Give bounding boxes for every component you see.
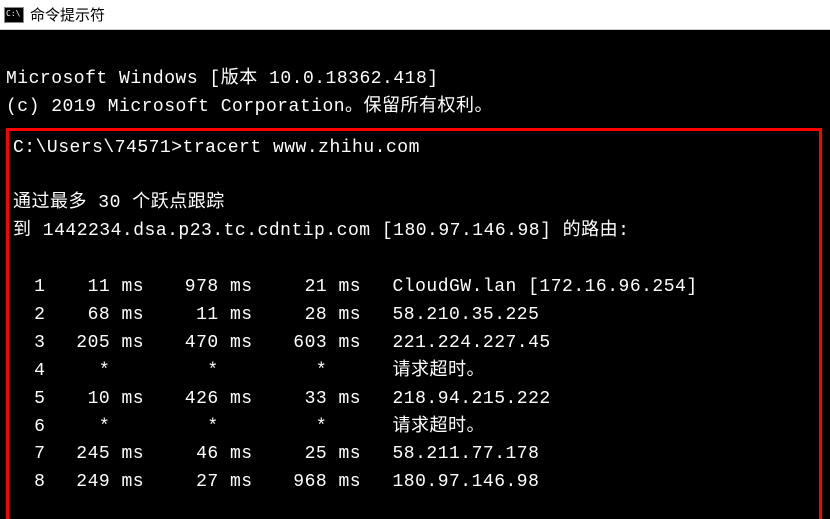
hop-host: 58.210.35.225 (371, 302, 540, 330)
hop-time-3: 33 (262, 386, 327, 414)
cmd-icon (4, 7, 24, 23)
terminal-output[interactable]: Microsoft Windows [版本 10.0.18362.418] (c… (0, 30, 830, 519)
hop-row: 3205 ms470 ms603 ms221.224.227.45 (13, 330, 815, 358)
hop-host: 180.97.146.98 (371, 469, 540, 497)
hop-unit-2: ms (230, 274, 262, 302)
hop-unit-1: ms (122, 330, 154, 358)
hop-number: 5 (13, 386, 45, 414)
hop-time-2: 978 (154, 274, 219, 302)
hop-host: 221.224.227.45 (371, 330, 551, 358)
command-text: tracert www.zhihu.com (183, 138, 420, 158)
hop-host: 请求超时。 (371, 414, 485, 442)
hop-unit-2: ms (230, 469, 262, 497)
hop-time-1: 11 (45, 274, 110, 302)
hop-time-1: * (45, 414, 110, 442)
hop-row: 268 ms11 ms28 ms58.210.35.225 (13, 302, 815, 330)
hop-list: 111 ms978 ms21 msCloudGW.lan [172.16.96.… (13, 274, 815, 515)
hop-unit-2: ms (230, 330, 262, 358)
hop-unit-1: ms (122, 302, 154, 330)
hop-time-2: * (154, 358, 219, 386)
hop-unit-1: ms (122, 386, 154, 414)
hop-unit-1: ms (122, 469, 154, 497)
hop-unit-1: ms (122, 274, 154, 302)
hop-time-2: 11 (154, 302, 219, 330)
hop-time-3: * (262, 358, 327, 386)
hop-time-1: 249 (45, 469, 110, 497)
hop-time-1: 68 (45, 302, 110, 330)
hop-host: 请求超时。 (371, 358, 485, 386)
hop-host: 218.94.215.222 (371, 386, 551, 414)
hop-time-3: 21 (262, 274, 327, 302)
hop-time-2: 46 (154, 441, 219, 469)
hop-unit-2: ms (230, 386, 262, 414)
hop-time-3: 28 (262, 302, 327, 330)
hop-unit-3: ms (339, 386, 371, 414)
hop-time-1: * (45, 358, 110, 386)
blank-line (13, 497, 815, 515)
hop-host: 58.211.77.178 (371, 441, 540, 469)
hop-number: 2 (13, 302, 45, 330)
hop-time-2: * (154, 414, 219, 442)
hop-row: 6* * * 请求超时。 (13, 414, 815, 442)
hop-row: 7245 ms46 ms25 ms58.211.77.178 (13, 441, 815, 469)
hop-time-3: 968 (262, 469, 327, 497)
hop-number: 1 (13, 274, 45, 302)
copyright-line: (c) 2019 Microsoft Corporation。保留所有权利。 (6, 97, 493, 117)
hop-unit-3: ms (339, 330, 371, 358)
hop-number: 7 (13, 441, 45, 469)
titlebar[interactable]: 命令提示符 (0, 0, 830, 30)
trace-intro-1: 通过最多 30 个跃点跟踪 (13, 193, 225, 213)
hop-time-2: 27 (154, 469, 219, 497)
hop-row: 111 ms978 ms21 msCloudGW.lan [172.16.96.… (13, 274, 815, 302)
window-title: 命令提示符 (30, 4, 105, 25)
hop-row: 510 ms426 ms33 ms218.94.215.222 (13, 386, 815, 414)
hop-number: 3 (13, 330, 45, 358)
trace-intro-2: 到 1442234.dsa.p23.tc.cdntip.com [180.97.… (13, 221, 629, 241)
hop-time-1: 245 (45, 441, 110, 469)
hop-unit-3: ms (339, 302, 371, 330)
hop-unit-1: ms (122, 441, 154, 469)
version-line: Microsoft Windows [版本 10.0.18362.418] (6, 69, 439, 89)
hop-unit-2: ms (230, 302, 262, 330)
hop-time-3: 603 (262, 330, 327, 358)
hop-number: 6 (13, 414, 45, 442)
prompt-path: C:\Users\74571> (13, 138, 183, 158)
hop-time-1: 205 (45, 330, 110, 358)
hop-time-3: * (262, 414, 327, 442)
hop-time-3: 25 (262, 441, 327, 469)
hop-time-1: 10 (45, 386, 110, 414)
hop-time-2: 426 (154, 386, 219, 414)
hop-number: 4 (13, 358, 45, 386)
hop-row: 8249 ms27 ms968 ms180.97.146.98 (13, 469, 815, 497)
hop-row: 4* * * 请求超时。 (13, 358, 815, 386)
hop-unit-2: ms (230, 441, 262, 469)
hop-unit-3: ms (339, 274, 371, 302)
hop-time-2: 470 (154, 330, 219, 358)
hop-unit-3: ms (339, 469, 371, 497)
tracert-session: C:\Users\74571>tracert www.zhihu.com 通过最… (6, 128, 822, 519)
hop-host: CloudGW.lan [172.16.96.254] (371, 274, 698, 302)
hop-number: 8 (13, 469, 45, 497)
hop-unit-3: ms (339, 441, 371, 469)
